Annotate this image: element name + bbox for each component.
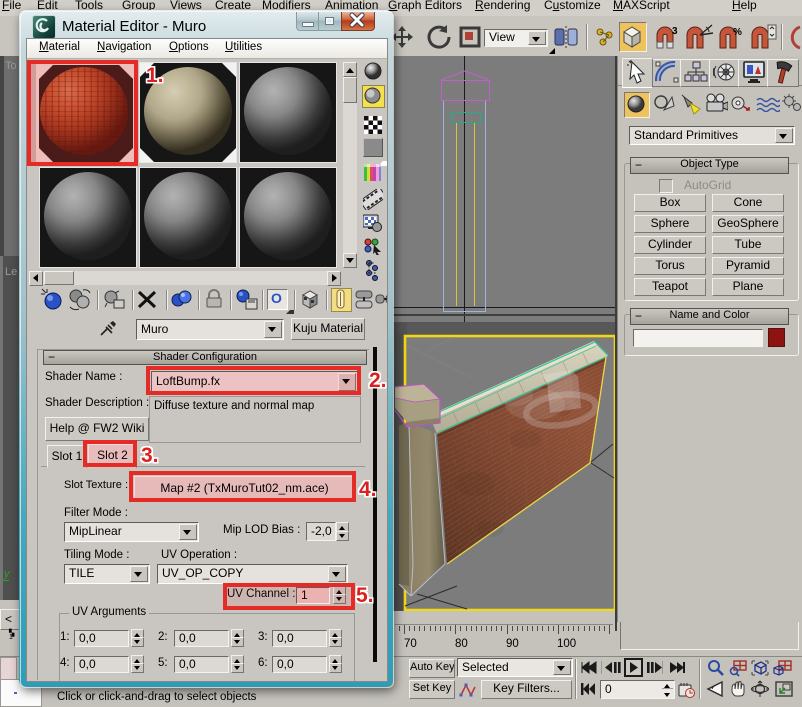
svg-text:3: 3 [672,26,678,37]
svg-text:%: % [733,27,742,38]
